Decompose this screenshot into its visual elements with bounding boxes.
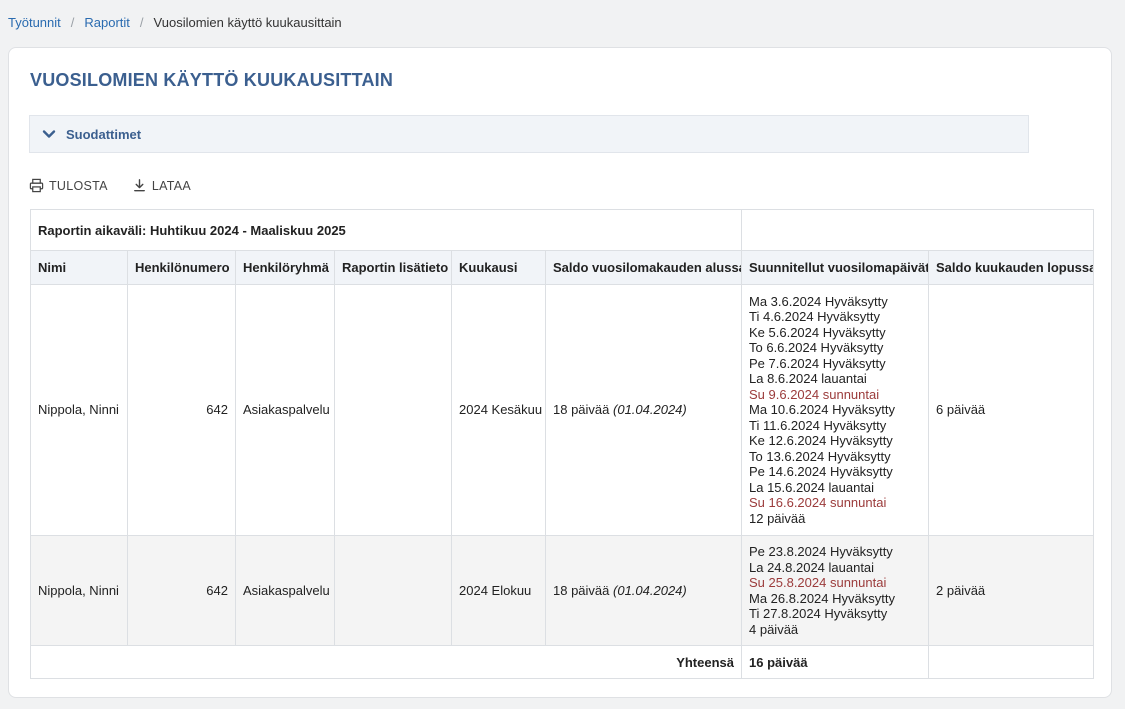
- column-header: Henkilönumero: [127, 250, 236, 285]
- report-table: Raportin aikaväli: Huhtikuu 2024 - Maali…: [30, 209, 1094, 679]
- start-balance-date: (01.04.2024): [613, 402, 687, 418]
- report-extra: [334, 535, 452, 646]
- planned-day: To 6.6.2024 Hyväksytty: [749, 340, 884, 356]
- planned-day: Pe 14.6.2024 Hyväksytty: [749, 464, 893, 480]
- report-range-label: Raportin aikaväli: Huhtikuu 2024 - Maali…: [30, 209, 742, 251]
- planned-day: Ti 11.6.2024 Hyväksytty: [749, 417, 887, 433]
- breadcrumb-separator: /: [70, 14, 75, 30]
- employee-number: 642: [127, 284, 236, 536]
- column-header: Raportin lisätieto: [334, 250, 452, 285]
- planned-day: Ma 26.8.2024 Hyväksytty: [749, 590, 895, 606]
- planned-day: Ma 10.6.2024 Hyväksytty: [749, 402, 895, 418]
- planned-day: Ti 4.6.2024 Hyväksytty: [749, 309, 881, 325]
- planned-days: Pe 23.8.2024 Hyväksytty La 24.8.2024 lau…: [741, 535, 929, 646]
- start-balance: 18 päivää (01.04.2024): [545, 284, 742, 536]
- planned-day: Ke 5.6.2024 Hyväksytty: [749, 324, 886, 340]
- planned-day: To 13.6.2024 Hyväksytty: [749, 448, 891, 464]
- planned-days: Ma 3.6.2024 Hyväksytty Ti 4.6.2024 Hyväk…: [741, 284, 929, 536]
- planned-day-sunday: Su 16.6.2024 sunnuntai: [749, 495, 887, 511]
- column-header: Saldo kuukauden lopussa: [928, 250, 1094, 285]
- page-title: VUOSILOMIEN KÄYTTÖ KUUKAUSITTAIN: [30, 70, 394, 90]
- table-row: Nippola, Ninni 642 Asiakaspalvelu 2024 K…: [30, 284, 1094, 536]
- planned-day: Ke 12.6.2024 Hyväksytty: [749, 433, 893, 449]
- employee-number: 642: [127, 535, 236, 646]
- month: 2024 Kesäkuu: [451, 284, 546, 536]
- planned-day: Pe 23.8.2024 Hyväksytty: [749, 544, 893, 559]
- end-balance: 6 päivää: [928, 284, 1094, 536]
- column-header: Kuukausi: [451, 250, 546, 285]
- breadcrumb-separator: /: [139, 14, 144, 30]
- printer-icon: [29, 178, 44, 193]
- start-balance-date: (01.04.2024): [613, 582, 687, 598]
- empty-cell: [928, 645, 1094, 679]
- planned-day-sunday: Su 9.6.2024 sunnuntai: [749, 386, 880, 402]
- planned-day-sunday: Su 25.8.2024 sunnuntai: [749, 575, 887, 590]
- planned-day: Pe 7.6.2024 Hyväksytty: [749, 355, 886, 371]
- total-value: 16 päivää: [741, 645, 929, 679]
- planned-day: La 24.8.2024 lauantai: [749, 559, 875, 575]
- breadcrumb-link-tyotunnit[interactable]: Työtunnit: [8, 15, 61, 30]
- column-header: Nimi: [30, 250, 128, 285]
- employee-group: Asiakaspalvelu: [235, 535, 335, 646]
- chevron-down-icon: [42, 130, 56, 138]
- start-balance: 18 päivää (01.04.2024): [545, 535, 742, 646]
- report-range-row: Raportin aikaväli: Huhtikuu 2024 - Maali…: [30, 209, 1094, 251]
- breadcrumb-current: Vuosilomien käyttö kuukausittain: [153, 14, 342, 30]
- planned-days-total: 12 päivää: [749, 510, 806, 526]
- total-row: Yhteensä 16 päivää: [30, 645, 1094, 679]
- report-toolbar: TULOSTA LATAA: [29, 178, 191, 193]
- report-extra: [334, 284, 452, 536]
- planned-day: La 8.6.2024 lauantai: [749, 371, 867, 387]
- download-button[interactable]: LATAA: [132, 178, 191, 193]
- column-header: Saldo vuosilomakauden alussa: [545, 250, 742, 285]
- table-header-row: Nimi Henkilönumero Henkilöryhmä Raportin…: [30, 250, 1094, 285]
- start-balance-value: 18 päivää: [553, 402, 610, 418]
- table-row: Nippola, Ninni 642 Asiakaspalvelu 2024 E…: [30, 535, 1094, 646]
- planned-day: Ma 3.6.2024 Hyväksytty: [749, 293, 888, 309]
- download-icon: [133, 179, 145, 192]
- employee-name: Nippola, Ninni: [30, 284, 128, 536]
- report-card: VUOSILOMIEN KÄYTTÖ KUUKAUSITTAIN Suodatt…: [8, 47, 1112, 698]
- filters-label: Suodattimet: [66, 126, 142, 142]
- print-button[interactable]: TULOSTA: [29, 178, 108, 193]
- planned-days-total: 4 päivää: [749, 621, 799, 637]
- breadcrumb: Työtunnit / Raportit / Vuosilomien käytt…: [8, 14, 342, 30]
- empty-cell: [741, 209, 1094, 251]
- month: 2024 Elokuu: [451, 535, 546, 646]
- column-header: Henkilöryhmä: [235, 250, 335, 285]
- employee-group: Asiakaspalvelu: [235, 284, 335, 536]
- planned-day: La 15.6.2024 lauantai: [749, 479, 875, 495]
- download-button-label: LATAA: [151, 178, 192, 193]
- filters-toggle[interactable]: Suodattimet: [29, 115, 1029, 153]
- print-button-label: TULOSTA: [49, 178, 108, 193]
- column-header: Suunnitellut vuosilomapäivät: [741, 250, 929, 285]
- total-label: Yhteensä: [30, 645, 742, 679]
- end-balance: 2 päivää: [928, 535, 1094, 646]
- planned-day: Ti 27.8.2024 Hyväksytty: [749, 606, 888, 621]
- breadcrumb-link-raportit[interactable]: Raportit: [84, 15, 130, 30]
- start-balance-value: 18 päivää: [553, 582, 610, 598]
- employee-name: Nippola, Ninni: [30, 535, 128, 646]
